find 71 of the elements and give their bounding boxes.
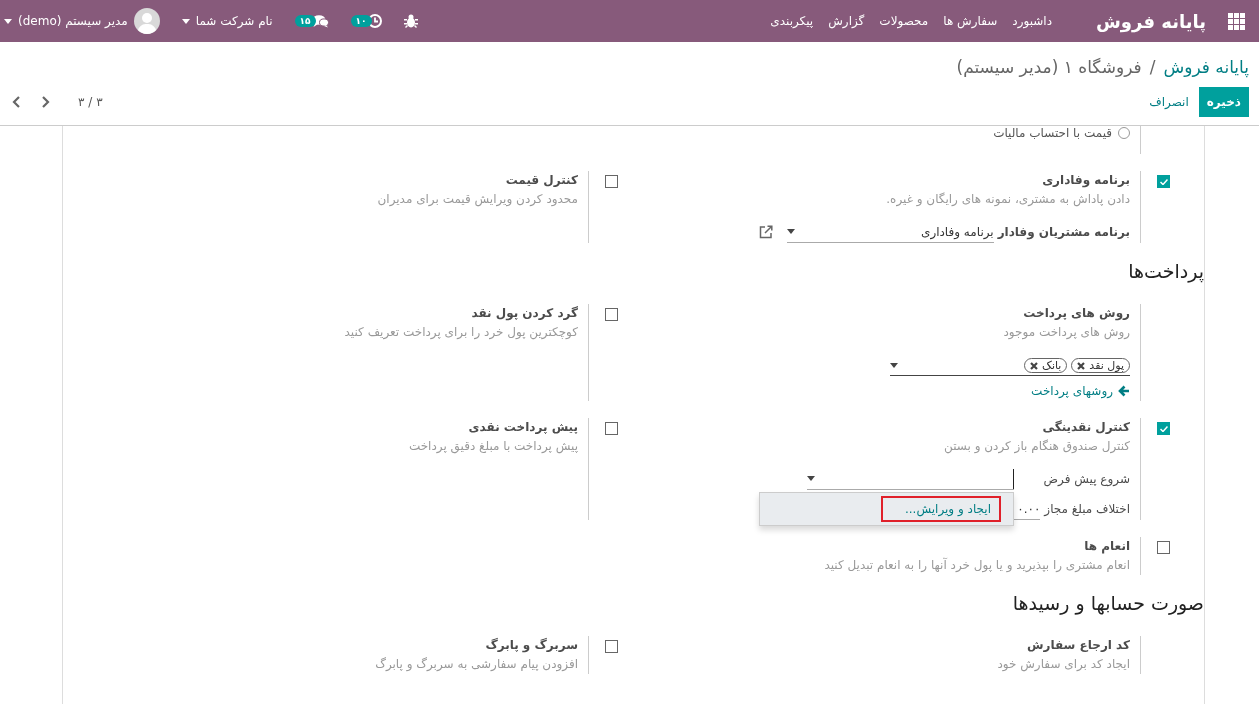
user-menu[interactable]: مدیر سیستم (demo) bbox=[4, 8, 160, 34]
caret-icon bbox=[807, 476, 815, 481]
checkbox[interactable] bbox=[605, 308, 618, 321]
check-icon bbox=[1159, 425, 1168, 432]
setting-title: گرد کردن پول نقد bbox=[471, 305, 578, 323]
checkbox[interactable] bbox=[1157, 422, 1170, 435]
setting-title: پیش پرداخت نقدی bbox=[468, 419, 578, 436]
chevron-left-icon[interactable] bbox=[12, 96, 22, 108]
select-field[interactable]: برنامه وفاداری bbox=[786, 221, 994, 243]
section-heading: پرداخت‌ها bbox=[1127, 260, 1204, 282]
setting-title: روش های پرداخت bbox=[1023, 305, 1130, 323]
checkbox[interactable] bbox=[605, 640, 618, 653]
setting-title: برنامه وفاداری bbox=[1042, 172, 1130, 190]
setting-description: انعام مشتری را بپذیرید و یا پول خرد آنها را به انعام تبدیل کنید bbox=[824, 556, 1130, 575]
setting-description: کوچکترین پول خرد را برای پرداخت تعریف کنید bbox=[344, 324, 578, 342]
setting-title: انعام ها bbox=[1084, 538, 1130, 556]
bug-icon[interactable] bbox=[403, 14, 418, 28]
tags-field[interactable]: پول نقد بانک bbox=[890, 358, 1130, 376]
remove-icon[interactable] bbox=[1077, 361, 1086, 370]
check-icon bbox=[1159, 178, 1168, 185]
activity-button[interactable]: ۱۰ bbox=[350, 14, 382, 28]
setting-description: کنترل صندوق هنگام باز کردن و بستن bbox=[944, 438, 1130, 456]
chevron-right-icon[interactable] bbox=[40, 96, 50, 108]
breadcrumb-link[interactable]: پایانه فروش bbox=[1163, 57, 1249, 77]
discard-button[interactable]: انصراف bbox=[1147, 87, 1191, 117]
setting-description: محدود کردن ویرایش قیمت برای مدیران bbox=[377, 191, 578, 209]
setting-description: افزودن پیام سفارشی به سربرگ و پابرگ bbox=[375, 656, 578, 674]
apps-menu-icon[interactable] bbox=[1228, 12, 1245, 30]
company-switcher[interactable]: نام شرکت شما bbox=[181, 14, 273, 28]
save-button[interactable]: ذخیره bbox=[1198, 87, 1249, 117]
setting-description: روش های پرداخت موجود bbox=[1003, 324, 1130, 342]
pager-value: ۳ / ۳ bbox=[78, 95, 103, 109]
payment-methods-link[interactable]: روشهای پرداخت bbox=[1031, 384, 1130, 398]
section-heading: صورت حسابها و رسیدها bbox=[1011, 592, 1204, 614]
menu-item[interactable]: داشبورد bbox=[1012, 14, 1052, 28]
arrow-icon bbox=[1118, 385, 1130, 397]
setting-title: سربرگ و پابرگ bbox=[485, 637, 578, 655]
caret-icon bbox=[786, 229, 795, 234]
setting-description: دادن پاداش به مشتری، نمونه های رایگان و غیره. bbox=[886, 191, 1130, 209]
caret-icon bbox=[4, 18, 12, 24]
messages-button[interactable]: ۱۵ bbox=[294, 14, 329, 28]
select-field[interactable] bbox=[807, 468, 1014, 490]
app-title: پایانه فروش bbox=[1096, 10, 1206, 32]
setting-description: ایجاد کد برای سفارش خود bbox=[997, 656, 1130, 674]
breadcrumb-separator: / bbox=[1149, 57, 1156, 77]
field-label: برنامه مشتریان وفادار bbox=[997, 225, 1130, 239]
count-badge: ۱۰ bbox=[350, 15, 372, 27]
caret-icon bbox=[181, 18, 190, 24]
avatar-icon bbox=[133, 8, 160, 34]
menu-item[interactable]: سفارش ها bbox=[943, 14, 998, 28]
caret-icon bbox=[890, 363, 898, 368]
remove-icon[interactable] bbox=[1030, 361, 1039, 370]
checkbox[interactable] bbox=[605, 175, 618, 188]
number-field[interactable]: ۰.۰۰ bbox=[1010, 498, 1041, 520]
menu-item[interactable]: پیکربندی bbox=[770, 14, 814, 28]
checkbox[interactable] bbox=[605, 422, 618, 435]
field-label: اختلاف مبلغ مجاز bbox=[1044, 502, 1130, 516]
external-link-icon[interactable] bbox=[758, 225, 773, 239]
setting-title: کنترل قیمت bbox=[505, 172, 578, 189]
menu-item[interactable]: گزارش bbox=[828, 14, 865, 28]
count-badge: ۱۵ bbox=[294, 15, 316, 27]
setting-title: کد ارجاع سفارش bbox=[1026, 637, 1130, 654]
setting-description: پیش پرداخت با مبلغ دقیق پرداخت bbox=[408, 438, 578, 456]
option-label: قیمت با احتساب مالیات bbox=[993, 126, 1112, 140]
checkbox[interactable] bbox=[1157, 175, 1170, 188]
setting-title: کنترل نقدینگی bbox=[1042, 419, 1130, 436]
breadcrumb-current: فروشگاه ۱ (مدیر سیستم) bbox=[956, 57, 1142, 77]
create-edit-option[interactable]: ایجاد و ویرایش... bbox=[881, 496, 1001, 522]
menu-item[interactable]: محصولات bbox=[879, 14, 929, 28]
field-label: شروع پیش فرض bbox=[1042, 472, 1130, 486]
checkbox[interactable] bbox=[1157, 541, 1170, 554]
